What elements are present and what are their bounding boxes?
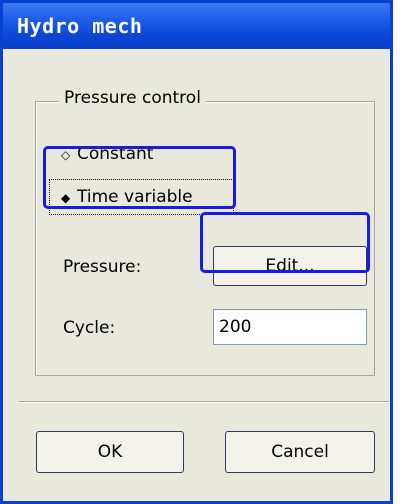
ok-button[interactable]: OK — [36, 431, 184, 473]
title-bar[interactable]: Hydro mech — [3, 3, 390, 49]
cycle-label: Cycle: — [63, 318, 116, 338]
button-separator — [19, 401, 389, 403]
annotation-box-radio — [43, 146, 236, 209]
pressure-control-legend: Pressure control — [59, 88, 206, 108]
window-title: Hydro mech — [17, 14, 143, 38]
cancel-button-label: Cancel — [271, 442, 329, 462]
ok-button-label: OK — [97, 442, 123, 462]
cycle-input[interactable] — [213, 309, 367, 345]
pressure-label: Pressure: — [63, 257, 142, 277]
annotation-box-edit — [200, 212, 370, 273]
cancel-button[interactable]: Cancel — [225, 431, 375, 473]
